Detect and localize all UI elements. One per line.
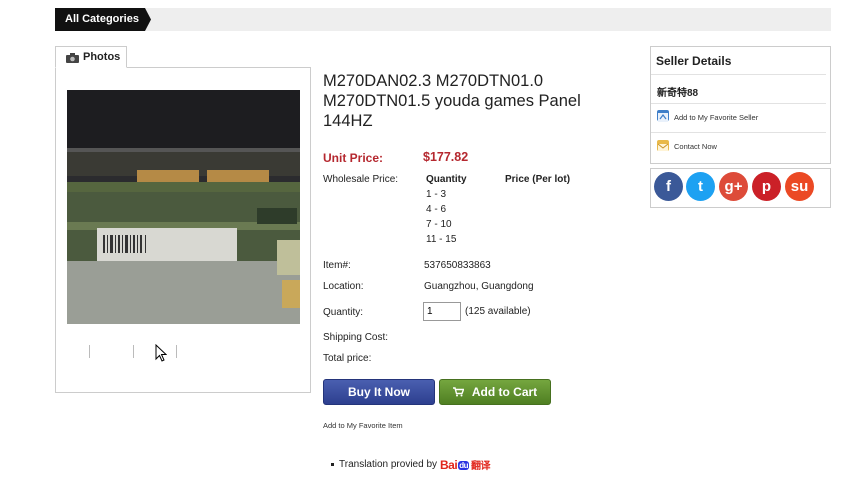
buy-it-now-button[interactable]: Buy It Now <box>323 379 435 405</box>
thumbnail-divider <box>133 345 134 358</box>
wholesale-row: 11 - 15 <box>426 234 457 245</box>
unit-price-label: Unit Price: <box>323 151 384 165</box>
facebook-icon[interactable]: f <box>654 172 683 201</box>
thumbnail-divider <box>176 345 177 358</box>
item-number-label: Item#: <box>323 260 351 271</box>
thumbnail-divider <box>89 345 90 358</box>
wholesale-price-label: Wholesale Price: <box>323 174 399 185</box>
wholesale-row: 7 - 10 <box>426 219 452 230</box>
unit-price-value: $177.82 <box>423 150 469 164</box>
category-bar <box>55 8 831 31</box>
camera-icon <box>66 52 79 63</box>
pinterest-icon[interactable]: p <box>752 172 781 201</box>
contact-now-link[interactable]: Contact Now <box>674 142 717 151</box>
add-to-cart-label: Add to Cart <box>471 385 538 399</box>
location-label: Location: <box>323 281 364 292</box>
total-price-label: Total price: <box>323 353 372 364</box>
quantity-input[interactable] <box>423 302 461 321</box>
divider <box>651 132 826 133</box>
product-title: M270DAN02.3 M270DTN01.0 M270DTN01.5 youd… <box>323 72 581 130</box>
seller-name[interactable]: 新奇特88 <box>657 84 698 99</box>
google-plus-icon[interactable]: g+ <box>719 172 748 201</box>
divider <box>651 74 826 75</box>
baidu-logo[interactable]: Bai du 翻译 <box>440 457 490 472</box>
add-favorite-item-link[interactable]: Add to My Favorite Item <box>323 421 403 430</box>
all-categories-button[interactable]: All Categories <box>55 8 151 31</box>
shipping-cost-label: Shipping Cost: <box>323 332 389 343</box>
wholesale-row: 4 - 6 <box>426 204 447 215</box>
tab-photos[interactable]: Photos <box>55 46 127 68</box>
wholesale-price-header: Price (Per lot) <box>505 174 571 185</box>
favorite-seller-icon <box>657 110 669 122</box>
cart-icon <box>452 387 464 397</box>
translation-credit: Translation provied by Bai du 翻译 <box>331 457 490 472</box>
quantity-label: Quantity: <box>323 307 364 318</box>
divider <box>651 103 826 104</box>
twitter-icon[interactable]: t <box>686 172 715 201</box>
add-to-cart-button[interactable]: Add to Cart <box>439 379 551 405</box>
wholesale-quantity-header: Quantity <box>426 174 467 185</box>
available-count: (125 available) <box>465 306 531 317</box>
add-favorite-seller-link[interactable]: Add to My Favorite Seller <box>674 113 758 122</box>
product-photo[interactable] <box>67 90 300 324</box>
stumbleupon-icon[interactable]: su <box>785 172 814 201</box>
translation-text: Translation provied by <box>339 459 438 470</box>
item-number-value: 537650833863 <box>424 260 491 271</box>
mouse-cursor-icon <box>155 343 168 367</box>
contact-envelope-icon <box>657 140 669 151</box>
wholesale-row: 1 - 3 <box>426 189 447 200</box>
location-value: Guangzhou, Guangdong <box>424 281 534 292</box>
bullet-icon <box>331 463 334 466</box>
buy-it-now-label: Buy It Now <box>348 385 410 399</box>
photos-tab-label: Photos <box>83 51 121 63</box>
seller-details-heading: Seller Details <box>656 54 732 68</box>
